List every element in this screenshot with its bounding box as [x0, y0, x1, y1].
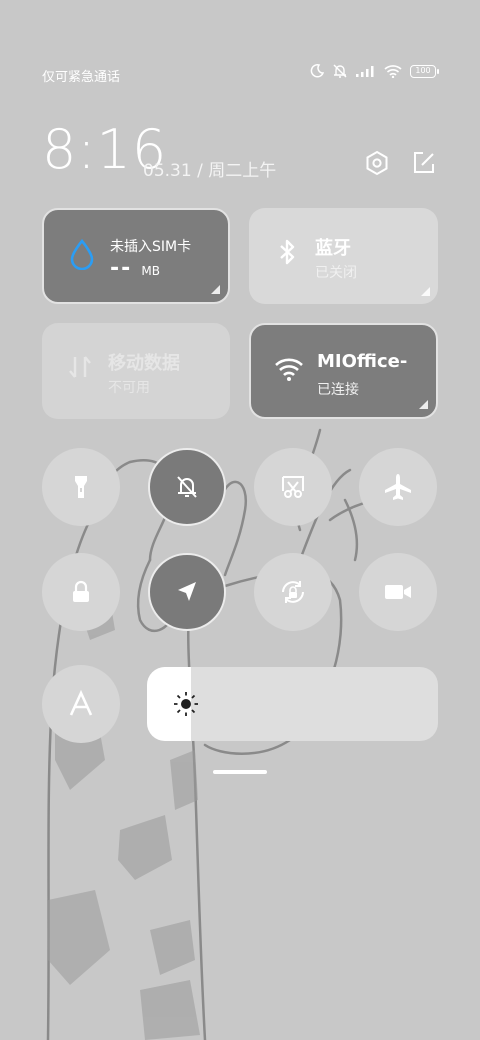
screenshot-icon	[282, 476, 304, 498]
tile-sim[interactable]: 未插入SIM卡 -- MB	[42, 208, 230, 304]
rotation-lock-icon	[282, 581, 304, 603]
data-usage-unit: MB	[141, 264, 160, 278]
toggle-rotation-lock[interactable]	[254, 553, 332, 631]
toggle-location[interactable]	[148, 553, 226, 631]
date-label: 05.31 / 周二上午	[143, 161, 277, 181]
bluetooth-icon	[280, 239, 295, 265]
location-icon	[178, 582, 196, 601]
signal-icon	[356, 66, 374, 77]
bluetooth-title: 蓝牙	[315, 238, 351, 259]
tile-wifi[interactable]: MIOffice- 已连接	[249, 323, 438, 419]
font-size-icon	[69, 690, 93, 716]
expand-corner	[419, 400, 428, 409]
airplane-icon	[385, 474, 411, 500]
water-drop-icon	[70, 238, 94, 270]
moon-icon	[310, 64, 324, 78]
sun-icon	[174, 692, 198, 716]
silent-icon	[333, 64, 347, 78]
expand-corner	[421, 287, 430, 296]
mobile-data-title: 移动数据	[108, 353, 180, 374]
toggle-font-size[interactable]	[42, 665, 120, 743]
status-icons: 100	[310, 64, 439, 78]
toggle-airplane[interactable]	[359, 448, 437, 526]
data-arrows-icon	[69, 356, 91, 378]
tile-bluetooth[interactable]: 蓝牙 已关闭	[249, 208, 438, 304]
mute-bell-icon	[177, 476, 197, 498]
settings-icon[interactable]	[364, 150, 390, 176]
brightness-slider[interactable]	[147, 667, 438, 741]
wifi-status: 已连接	[317, 382, 359, 398]
video-camera-icon	[385, 585, 411, 599]
expand-corner	[211, 285, 220, 294]
toggle-screen-record[interactable]	[359, 553, 437, 631]
battery-icon: 100	[410, 64, 439, 78]
toggle-mute[interactable]	[148, 448, 226, 526]
tile-mobile-data[interactable]: 移动数据 不可用	[42, 323, 230, 419]
lock-icon	[73, 580, 89, 602]
wifi-network-name: MIOffice-	[317, 351, 408, 372]
wifi-icon	[275, 358, 303, 381]
flashlight-icon	[75, 476, 87, 498]
edit-icon[interactable]	[411, 150, 437, 176]
status-text: 仅可紧急通话	[42, 70, 121, 85]
mobile-data-status: 不可用	[108, 380, 150, 396]
data-usage-value: --	[110, 256, 133, 281]
wifi-icon	[384, 65, 402, 78]
toggle-flashlight[interactable]	[42, 448, 120, 526]
bluetooth-status: 已关闭	[315, 265, 357, 281]
toggle-screenshot[interactable]	[254, 448, 332, 526]
sim-title: 未插入SIM卡	[110, 239, 192, 255]
toggle-lock-screen[interactable]	[42, 553, 120, 631]
drag-handle[interactable]	[213, 770, 267, 774]
